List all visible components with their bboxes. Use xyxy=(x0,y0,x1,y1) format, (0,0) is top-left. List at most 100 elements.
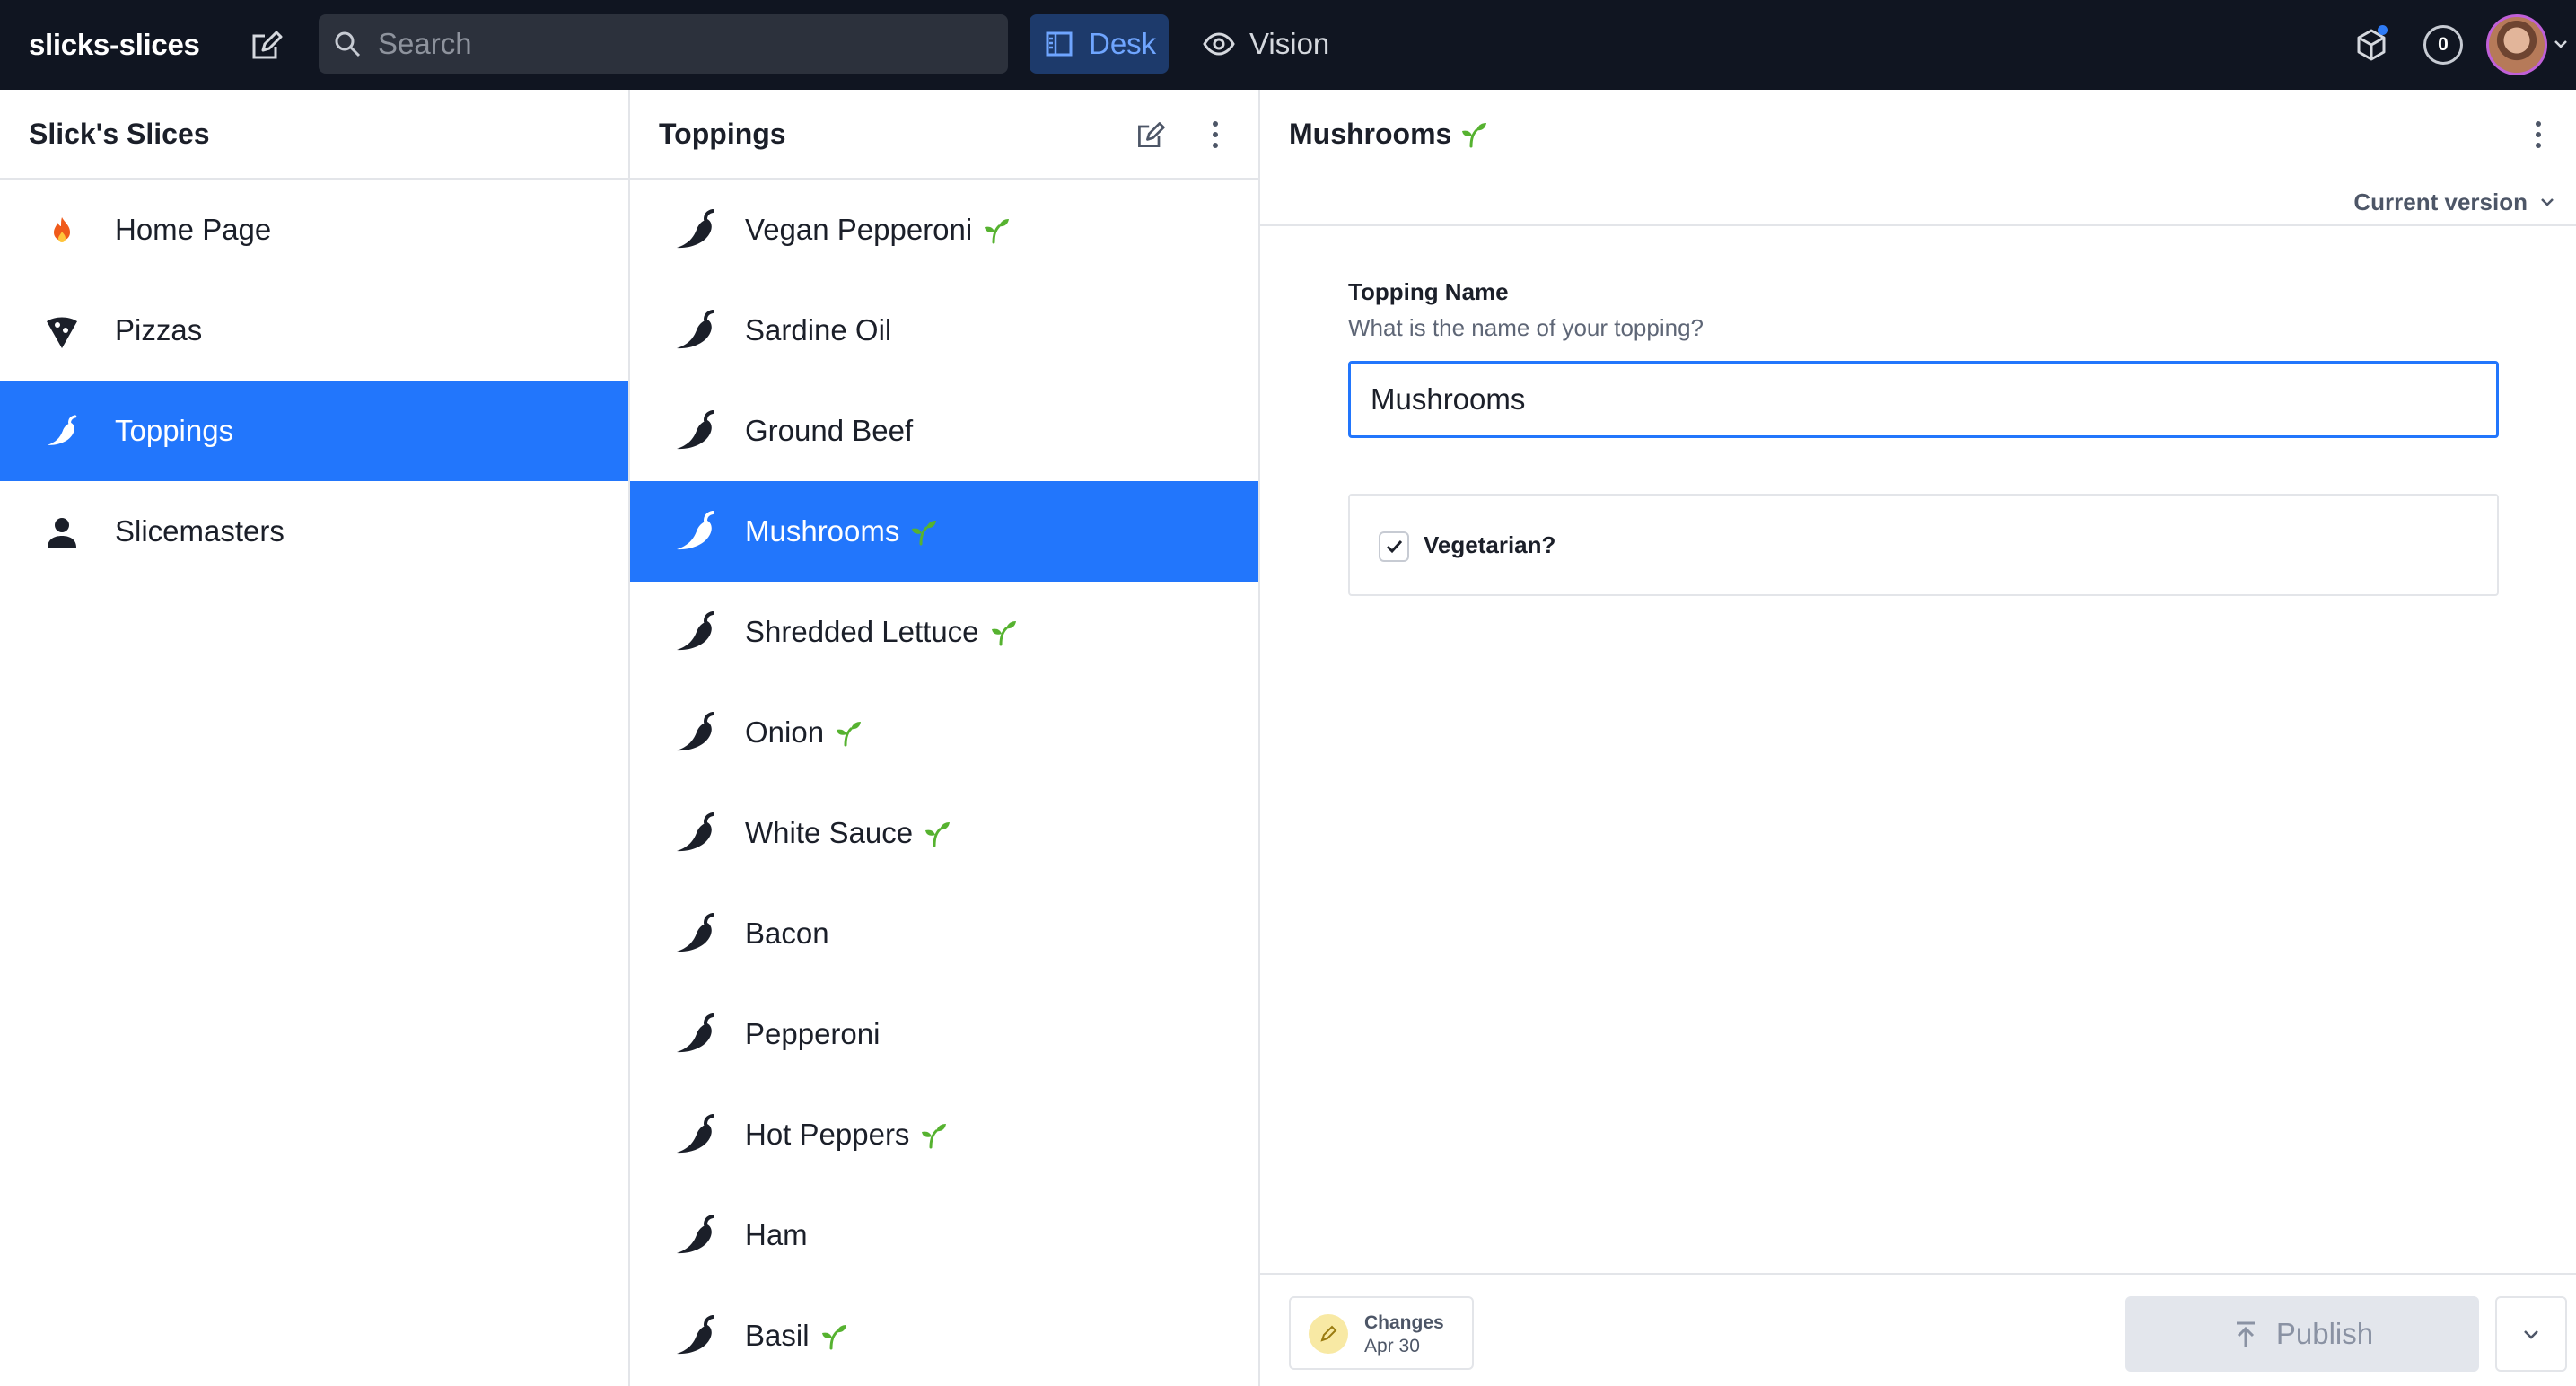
document-menu-button[interactable] xyxy=(2519,115,2558,154)
topping-item-label: Hot Peppers xyxy=(745,1084,947,1185)
sidebar-item-toppings[interactable]: Toppings xyxy=(0,381,628,481)
topping-item-name: Shredded Lettuce xyxy=(745,615,979,648)
top-navbar: slicks-slices Desk Vision 0 xyxy=(0,0,2576,90)
avatar[interactable] xyxy=(2486,14,2547,75)
topping-list-item[interactable]: Bacon xyxy=(630,883,1258,984)
toppings-pane-title: Toppings xyxy=(659,118,786,150)
compose-icon xyxy=(1138,122,1165,147)
document-subheader: Current version xyxy=(1260,180,2576,226)
vegetarian-field: Vegetarian? xyxy=(1348,494,2499,596)
publish-arrow-icon xyxy=(2236,1321,2255,1347)
document-footer: Changes Apr 30 Publish xyxy=(1260,1273,2576,1386)
vegetarian-checkbox[interactable] xyxy=(1379,531,1409,562)
pepper-icon xyxy=(677,209,714,249)
person-icon xyxy=(48,518,76,548)
topping-item-name: Sardine Oil xyxy=(745,313,892,346)
document-title-text: Mushrooms xyxy=(1289,118,1452,150)
sprout-icon xyxy=(925,822,951,847)
eye-icon xyxy=(1203,32,1235,56)
topping-list-item[interactable]: Sardine Oil xyxy=(630,280,1258,381)
vegetarian-label: Vegetarian? xyxy=(1424,531,1556,558)
check-icon xyxy=(1386,539,1403,554)
publish-options-button[interactable] xyxy=(2495,1296,2567,1372)
topping-item-label: Shredded Lettuce xyxy=(745,582,1017,682)
topping-item-label: Basil xyxy=(745,1285,847,1386)
notification-count-badge[interactable]: 0 xyxy=(2423,25,2463,65)
version-label: Current version xyxy=(2353,188,2528,215)
package-icon[interactable] xyxy=(2353,25,2389,65)
desk-icon xyxy=(1046,31,1073,57)
topping-list-item[interactable]: Hot Peppers xyxy=(630,1084,1258,1185)
changes-date: Apr 30 xyxy=(1364,1336,1420,1356)
topping-item-name: Pepperoni xyxy=(745,1017,881,1050)
topping-item-label: Ham xyxy=(745,1185,808,1285)
document-pane: Mushrooms Current version Topping Name W… xyxy=(1260,90,2576,1386)
sidebar-item-label: Pizzas xyxy=(115,313,203,346)
topping-list-item[interactable]: Vegan Pepperoni xyxy=(630,180,1258,280)
notification-dot xyxy=(2378,25,2388,35)
topping-list-item[interactable]: White Sauce xyxy=(630,783,1258,883)
sidebar-item-pizzas[interactable]: Pizzas xyxy=(0,280,628,381)
pepper-icon xyxy=(677,1215,714,1254)
publish-button[interactable]: Publish xyxy=(2125,1296,2479,1372)
topping-list: Vegan Pepperoni Sardine Oil Ground Beef Mus… xyxy=(630,180,1258,1386)
pepper-icon xyxy=(677,913,714,952)
sidebar-item-label: Home Page xyxy=(115,213,272,246)
sidebar-item-slicemasters[interactable]: Slicemasters xyxy=(0,481,628,582)
version-selector[interactable]: Current version xyxy=(2353,180,2556,224)
topping-list-item[interactable]: Ground Beef xyxy=(630,381,1258,481)
topping-item-label: Vegan Pepperoni xyxy=(745,180,1010,280)
create-document-button[interactable] xyxy=(1131,115,1170,154)
search-box[interactable] xyxy=(319,14,1008,74)
more-vertical-icon xyxy=(2536,121,2541,148)
topping-list-item[interactable]: Onion xyxy=(630,682,1258,783)
fire-icon xyxy=(54,217,70,242)
brand-title[interactable]: slicks-slices xyxy=(29,0,200,90)
topping-list-item[interactable]: Basil xyxy=(630,1285,1258,1386)
document-title: Mushrooms xyxy=(1289,90,1487,178)
pepper-icon xyxy=(677,611,714,651)
topping-list-item[interactable]: Shredded Lettuce xyxy=(630,582,1258,682)
tool-desk[interactable]: Desk xyxy=(1030,14,1169,74)
changes-button[interactable]: Changes Apr 30 xyxy=(1289,1296,1474,1370)
topping-item-name: Ham xyxy=(745,1218,808,1251)
topping-item-name: Hot Peppers xyxy=(745,1118,910,1151)
compose-icon[interactable] xyxy=(249,27,285,63)
topping-item-name: Onion xyxy=(745,715,825,749)
sprout-icon xyxy=(912,521,937,546)
more-vertical-icon xyxy=(1213,121,1218,148)
topping-list-item[interactable]: Pepperoni xyxy=(630,984,1258,1084)
chevron-down-icon[interactable] xyxy=(2551,34,2571,54)
pane-menu-button[interactable] xyxy=(1196,115,1235,154)
topping-name-label: Topping Name xyxy=(1348,278,1509,305)
document-pane-header: Mushrooms xyxy=(1260,90,2576,180)
sidebar-item-home-page[interactable]: Home Page xyxy=(0,180,628,280)
search-input[interactable] xyxy=(378,14,988,74)
pepper-icon xyxy=(677,812,714,852)
structure-pane-title: Slick's Slices xyxy=(29,118,210,150)
edit-pencil-icon xyxy=(1309,1314,1348,1354)
topping-list-item[interactable]: Mushrooms xyxy=(630,481,1258,582)
sprout-icon xyxy=(1462,123,1487,148)
pepper-icon xyxy=(677,1013,714,1053)
tool-vision-label: Vision xyxy=(1249,27,1330,60)
topping-name-input[interactable] xyxy=(1348,361,2499,438)
topping-list-item[interactable]: Ham xyxy=(630,1185,1258,1285)
sidebar-item-label: Slicemasters xyxy=(115,514,285,548)
pepper-icon xyxy=(677,712,714,751)
tool-vision[interactable]: Vision xyxy=(1194,14,1337,74)
topping-item-label: White Sauce xyxy=(745,783,951,883)
topping-name-description: What is the name of your topping? xyxy=(1348,314,1704,341)
pepper-icon xyxy=(677,511,714,550)
topping-item-name: Ground Beef xyxy=(745,414,914,447)
toppings-pane-header: Toppings xyxy=(630,90,1258,180)
structure-pane-header: Slick's Slices xyxy=(0,90,628,180)
sidebar-item-label: Toppings xyxy=(115,414,234,447)
sprout-icon xyxy=(821,1325,846,1350)
sprout-icon xyxy=(991,621,1016,646)
topping-item-label: Sardine Oil xyxy=(745,280,891,381)
topping-item-label: Bacon xyxy=(745,883,829,984)
chevron-down-icon xyxy=(2541,198,2554,206)
sprout-icon xyxy=(985,219,1010,244)
topping-item-label: Mushrooms xyxy=(745,481,937,582)
